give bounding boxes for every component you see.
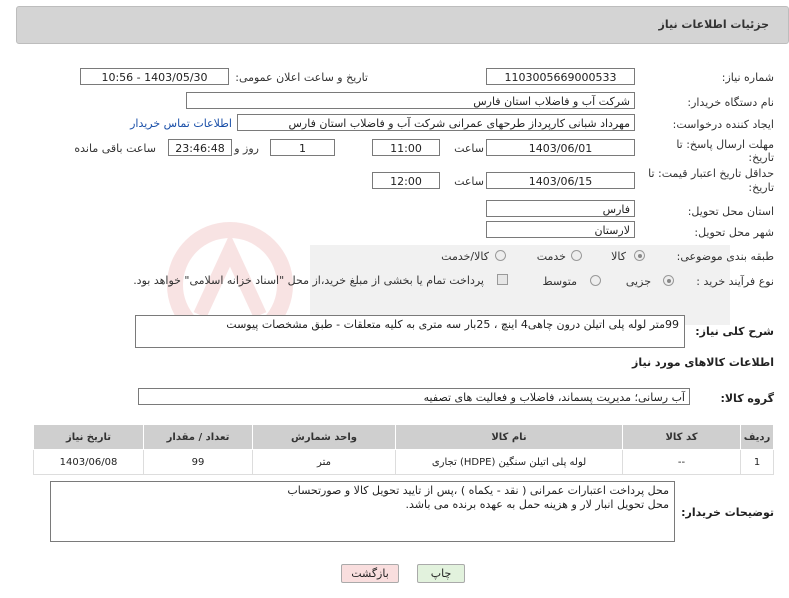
cell-name: لوله پلی اتیلن سنگین (HDPE) تجاری: [395, 449, 623, 475]
page-title: جزئیات اطلاعات نیاز: [658, 18, 770, 31]
deadline-time-field: 11:00: [372, 139, 440, 156]
cell-date: 1403/06/08: [33, 449, 144, 475]
process-radio-minor[interactable]: [663, 275, 674, 286]
province-label: استان محل تحویل:: [687, 205, 774, 218]
cell-quantity: 99: [143, 449, 253, 475]
col-name: نام کالا: [395, 424, 623, 450]
buyer-notes-line-2: محل تحویل انبار لار و هزینه حمل به عهده …: [405, 498, 669, 511]
process-label: نوع فرآیند خرید :: [696, 275, 774, 288]
category-radio-goods-service[interactable]: [495, 250, 506, 261]
col-date: تاریخ نیاز: [33, 424, 144, 450]
deadline-label-date: تاریخ:: [748, 151, 774, 164]
requester-label: ایجاد کننده درخواست:: [672, 118, 774, 131]
announce-datetime-label: تاریخ و ساعت اعلان عمومی:: [235, 71, 368, 84]
need-number-field: 1103005669000533: [486, 68, 635, 85]
deadline-days-label: روز و: [234, 142, 259, 155]
category-radio-service[interactable]: [571, 250, 582, 261]
cell-row: 1: [740, 449, 774, 475]
goods-section-title: اطلاعات کالاهای مورد نیاز: [632, 356, 774, 369]
goods-table: ردیف کد کالا نام کالا واحد شمارش تعداد /…: [33, 424, 774, 475]
treasury-note: پرداخت تمام یا بخشی از مبلغ خرید،از محل …: [133, 274, 484, 287]
buyer-org-field: شرکت آب و فاضلاب استان فارس: [186, 92, 635, 109]
announce-datetime-field: 1403/05/30 - 10:56: [80, 68, 229, 85]
category-radio-goods[interactable]: [634, 250, 645, 261]
deadline-date-field: 1403/06/01: [486, 139, 635, 156]
col-unit: واحد شمارش: [252, 424, 396, 450]
price-validity-date-field: 1403/06/15: [486, 172, 635, 189]
process-option-minor: جزیی: [625, 275, 651, 288]
buyer-org-label: نام دستگاه خریدار:: [687, 96, 774, 109]
goods-table-header: ردیف کد کالا نام کالا واحد شمارش تعداد /…: [33, 424, 774, 450]
goods-group-label: گروه کالا:: [720, 392, 774, 405]
buyer-notes-line-1: محل پرداخت اعتبارات عمرانی ( نقد - یکماه…: [287, 484, 669, 497]
buyer-notes-field: محل پرداخت اعتبارات عمرانی ( نقد - یکماه…: [50, 481, 675, 542]
back-button[interactable]: بازگشت: [341, 564, 399, 583]
need-number-label: شماره نیاز:: [721, 71, 774, 84]
remaining-time-field: 23:46:48: [168, 139, 232, 156]
requester-field: مهرداد شبانی کارپرداز طرحهای عمرانی شرکت…: [237, 114, 635, 131]
city-label: شهر محل تحویل:: [694, 226, 774, 239]
price-validity-time-label: ساعت: [454, 175, 484, 188]
category-option-goods: کالا: [611, 250, 626, 263]
description-text: 99متر لوله پلی اتیلن درون چاهی4 اینچ ، 2…: [226, 318, 679, 331]
price-validity-label-date: تاریخ:: [748, 181, 774, 194]
goods-group-field: آب رسانی؛ مدیریت پسماند، فاضلاب و فعالیت…: [138, 388, 690, 405]
process-option-medium: متوسط: [542, 275, 577, 288]
description-label: شرح کلی نیاز:: [695, 325, 774, 338]
process-radio-medium[interactable]: [590, 275, 601, 286]
treasury-checkbox[interactable]: [497, 274, 508, 285]
cell-unit: متر: [252, 449, 396, 475]
buyer-notes-label: توضیحات خریدار:: [681, 506, 774, 519]
price-validity-label: حداقل تاریخ اعتبار قیمت: تا: [648, 167, 774, 180]
print-button[interactable]: چاپ: [417, 564, 465, 583]
deadline-time-label: ساعت: [454, 142, 484, 155]
category-option-goods-service: کالا/خدمت: [441, 250, 489, 263]
deadline-label: مهلت ارسال پاسخ: تا: [676, 138, 774, 151]
col-quantity: تعداد / مقدار: [143, 424, 253, 450]
remaining-time-label: ساعت باقی مانده: [74, 142, 156, 155]
col-code: کد کالا: [622, 424, 741, 450]
cell-code: --: [622, 449, 741, 475]
col-row: ردیف: [740, 424, 774, 450]
table-row: 1 -- لوله پلی اتیلن سنگین (HDPE) تجاری م…: [33, 449, 774, 475]
description-field: 99متر لوله پلی اتیلن درون چاهی4 اینچ ، 2…: [135, 315, 685, 348]
category-option-service: خدمت: [536, 250, 566, 263]
city-field: لارستان: [486, 221, 635, 238]
deadline-days-field: 1: [270, 139, 335, 156]
category-label: طبقه بندی موضوعی:: [676, 250, 774, 263]
province-field: فارس: [486, 200, 635, 217]
buyer-contact-link[interactable]: اطلاعات تماس خریدار: [130, 117, 232, 130]
price-validity-time-field: 12:00: [372, 172, 440, 189]
